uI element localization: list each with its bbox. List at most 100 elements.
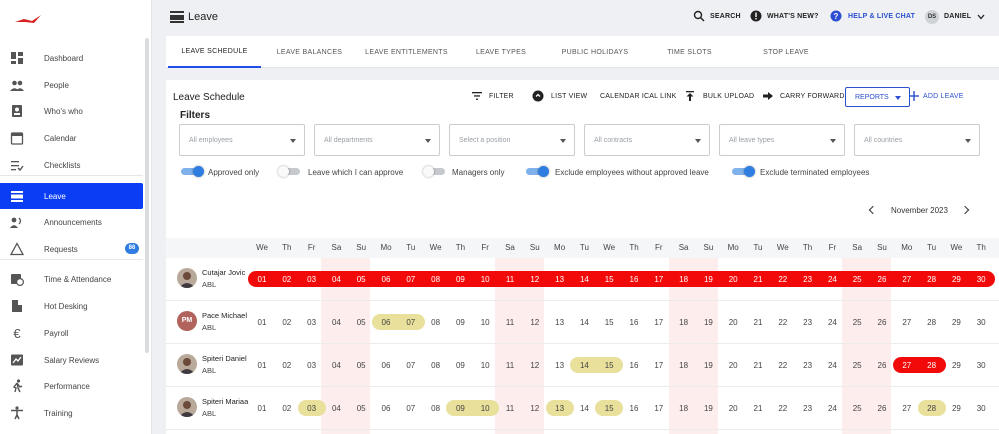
day-cell[interactable]: 08 [424,361,448,370]
day-cell[interactable]: 07 [399,275,423,284]
day-cell[interactable]: 30 [969,361,993,370]
day-cell[interactable]: 10 [473,318,497,327]
day-cell[interactable]: 09 [448,318,472,327]
day-cell[interactable]: 14 [572,318,596,327]
day-cell[interactable]: 22 [771,318,795,327]
day-cell[interactable]: 02 [275,275,299,284]
day-cell[interactable]: 20 [721,275,745,284]
tab-leave-types[interactable]: LEAVE TYPES [455,36,547,68]
day-cell[interactable]: 28 [920,275,944,284]
toggle-leave-which-i-can-approve[interactable] [278,166,300,177]
day-cell[interactable]: 07 [399,361,423,370]
day-cell[interactable]: 17 [647,361,671,370]
sidebar-item-announcements[interactable]: Announcements [0,209,143,235]
day-cell[interactable]: 24 [820,361,844,370]
day-cell[interactable]: 13 [548,275,572,284]
day-cell[interactable]: 18 [672,404,696,413]
day-cell[interactable]: 19 [696,318,720,327]
day-cell[interactable]: 25 [845,318,869,327]
whats-new-link[interactable]: WHAT'S NEW? [767,13,819,20]
day-cell[interactable]: 16 [622,361,646,370]
employee-name[interactable]: Spiteri Mariaa [202,397,248,406]
day-cell[interactable]: 06 [374,404,398,413]
day-cell[interactable]: 07 [399,318,423,327]
day-cell[interactable]: 05 [349,404,373,413]
toggle-exclude-terminated-employees[interactable] [732,166,755,177]
day-cell[interactable]: 03 [300,404,324,413]
day-cell[interactable]: 30 [969,318,993,327]
day-cell[interactable]: 15 [597,361,621,370]
day-cell[interactable]: 28 [920,404,944,413]
day-cell[interactable]: 01 [250,275,274,284]
tab-leave-schedule[interactable]: LEAVE SCHEDULE [168,36,261,68]
filter-icon[interactable] [471,90,483,102]
all-departments-select[interactable]: All departments [314,124,440,156]
day-cell[interactable]: 05 [349,361,373,370]
user-name[interactable]: DANIEL [944,13,971,20]
all-leave-types-select[interactable]: All leave types [719,124,845,156]
day-cell[interactable]: 16 [622,275,646,284]
day-cell[interactable]: 10 [473,275,497,284]
day-cell[interactable]: 28 [920,318,944,327]
day-cell[interactable]: 20 [721,318,745,327]
toggle-managers-only[interactable] [423,166,445,177]
day-cell[interactable]: 02 [275,318,299,327]
day-cell[interactable]: 21 [746,361,770,370]
day-cell[interactable]: 26 [870,275,894,284]
select-a-position-select[interactable]: Select a position [449,124,575,156]
day-cell[interactable]: 01 [250,318,274,327]
all-countries-select[interactable]: All countries [854,124,980,156]
day-cell[interactable]: 04 [324,361,348,370]
day-cell[interactable]: 24 [820,404,844,413]
day-cell[interactable]: 13 [548,361,572,370]
employee-row[interactable]: Cutajar Jovic ABL 01 02 03 04 05 06 07 08 09 10 11 12… [166,258,999,301]
day-cell[interactable]: 02 [275,404,299,413]
day-cell[interactable]: 24 [820,275,844,284]
day-cell[interactable]: 06 [374,318,398,327]
chevron-down-icon[interactable] [977,13,985,21]
list-view-icon[interactable] [532,90,544,102]
day-cell[interactable]: 30 [969,404,993,413]
sidebar-item-calendar[interactable]: Calendar [0,125,143,151]
day-cell[interactable]: 22 [771,404,795,413]
search-icon[interactable] [693,10,705,22]
day-cell[interactable]: 23 [796,404,820,413]
reports-dropdown[interactable]: REPORTS [845,87,910,107]
day-cell[interactable]: 08 [424,275,448,284]
employee-row[interactable]: Spiteri Daniel ABL 01 02 03 04 05 06 07 08 09 10 11 1… [166,344,999,387]
day-cell[interactable]: 15 [597,404,621,413]
day-cell[interactable]: 06 [374,361,398,370]
day-cell[interactable]: 20 [721,361,745,370]
day-cell[interactable]: 05 [349,275,373,284]
day-cell[interactable]: 23 [796,318,820,327]
day-cell[interactable]: 29 [944,361,968,370]
carry-forward-button[interactable]: CARRY FORWARD [780,93,845,100]
day-cell[interactable]: 26 [870,404,894,413]
toggle-approved-only[interactable] [181,166,204,177]
filter-button[interactable]: FILTER [489,93,514,100]
help-icon[interactable]: ? [830,10,842,22]
help-live-chat-link[interactable]: HELP & LIVE CHAT [848,13,915,20]
day-cell[interactable]: 01 [250,404,274,413]
day-cell[interactable]: 25 [845,275,869,284]
bulk-upload-button[interactable]: BULK UPLOAD [703,93,754,100]
day-cell[interactable]: 23 [796,275,820,284]
day-cell[interactable]: 25 [845,404,869,413]
day-cell[interactable]: 10 [473,361,497,370]
day-cell[interactable]: 18 [672,275,696,284]
tab-time-slots[interactable]: TIME SLOTS [643,36,736,68]
day-cell[interactable]: 14 [572,275,596,284]
day-cell[interactable]: 06 [374,275,398,284]
sidebar-item-salary-reviews[interactable]: Salary Reviews [0,347,143,373]
chevron-left-icon[interactable] [868,205,878,215]
day-cell[interactable]: 12 [523,318,547,327]
day-cell[interactable]: 09 [448,404,472,413]
day-cell[interactable]: 11 [498,275,522,284]
sidebar-item-people[interactable]: People [0,72,143,98]
sidebar-item-training[interactable]: Training [0,400,143,426]
day-cell[interactable]: 19 [696,361,720,370]
day-cell[interactable]: 08 [424,404,448,413]
employee-name[interactable]: Cutajar Jovic [202,268,245,277]
day-cell[interactable]: 17 [647,404,671,413]
day-cell[interactable]: 16 [622,404,646,413]
